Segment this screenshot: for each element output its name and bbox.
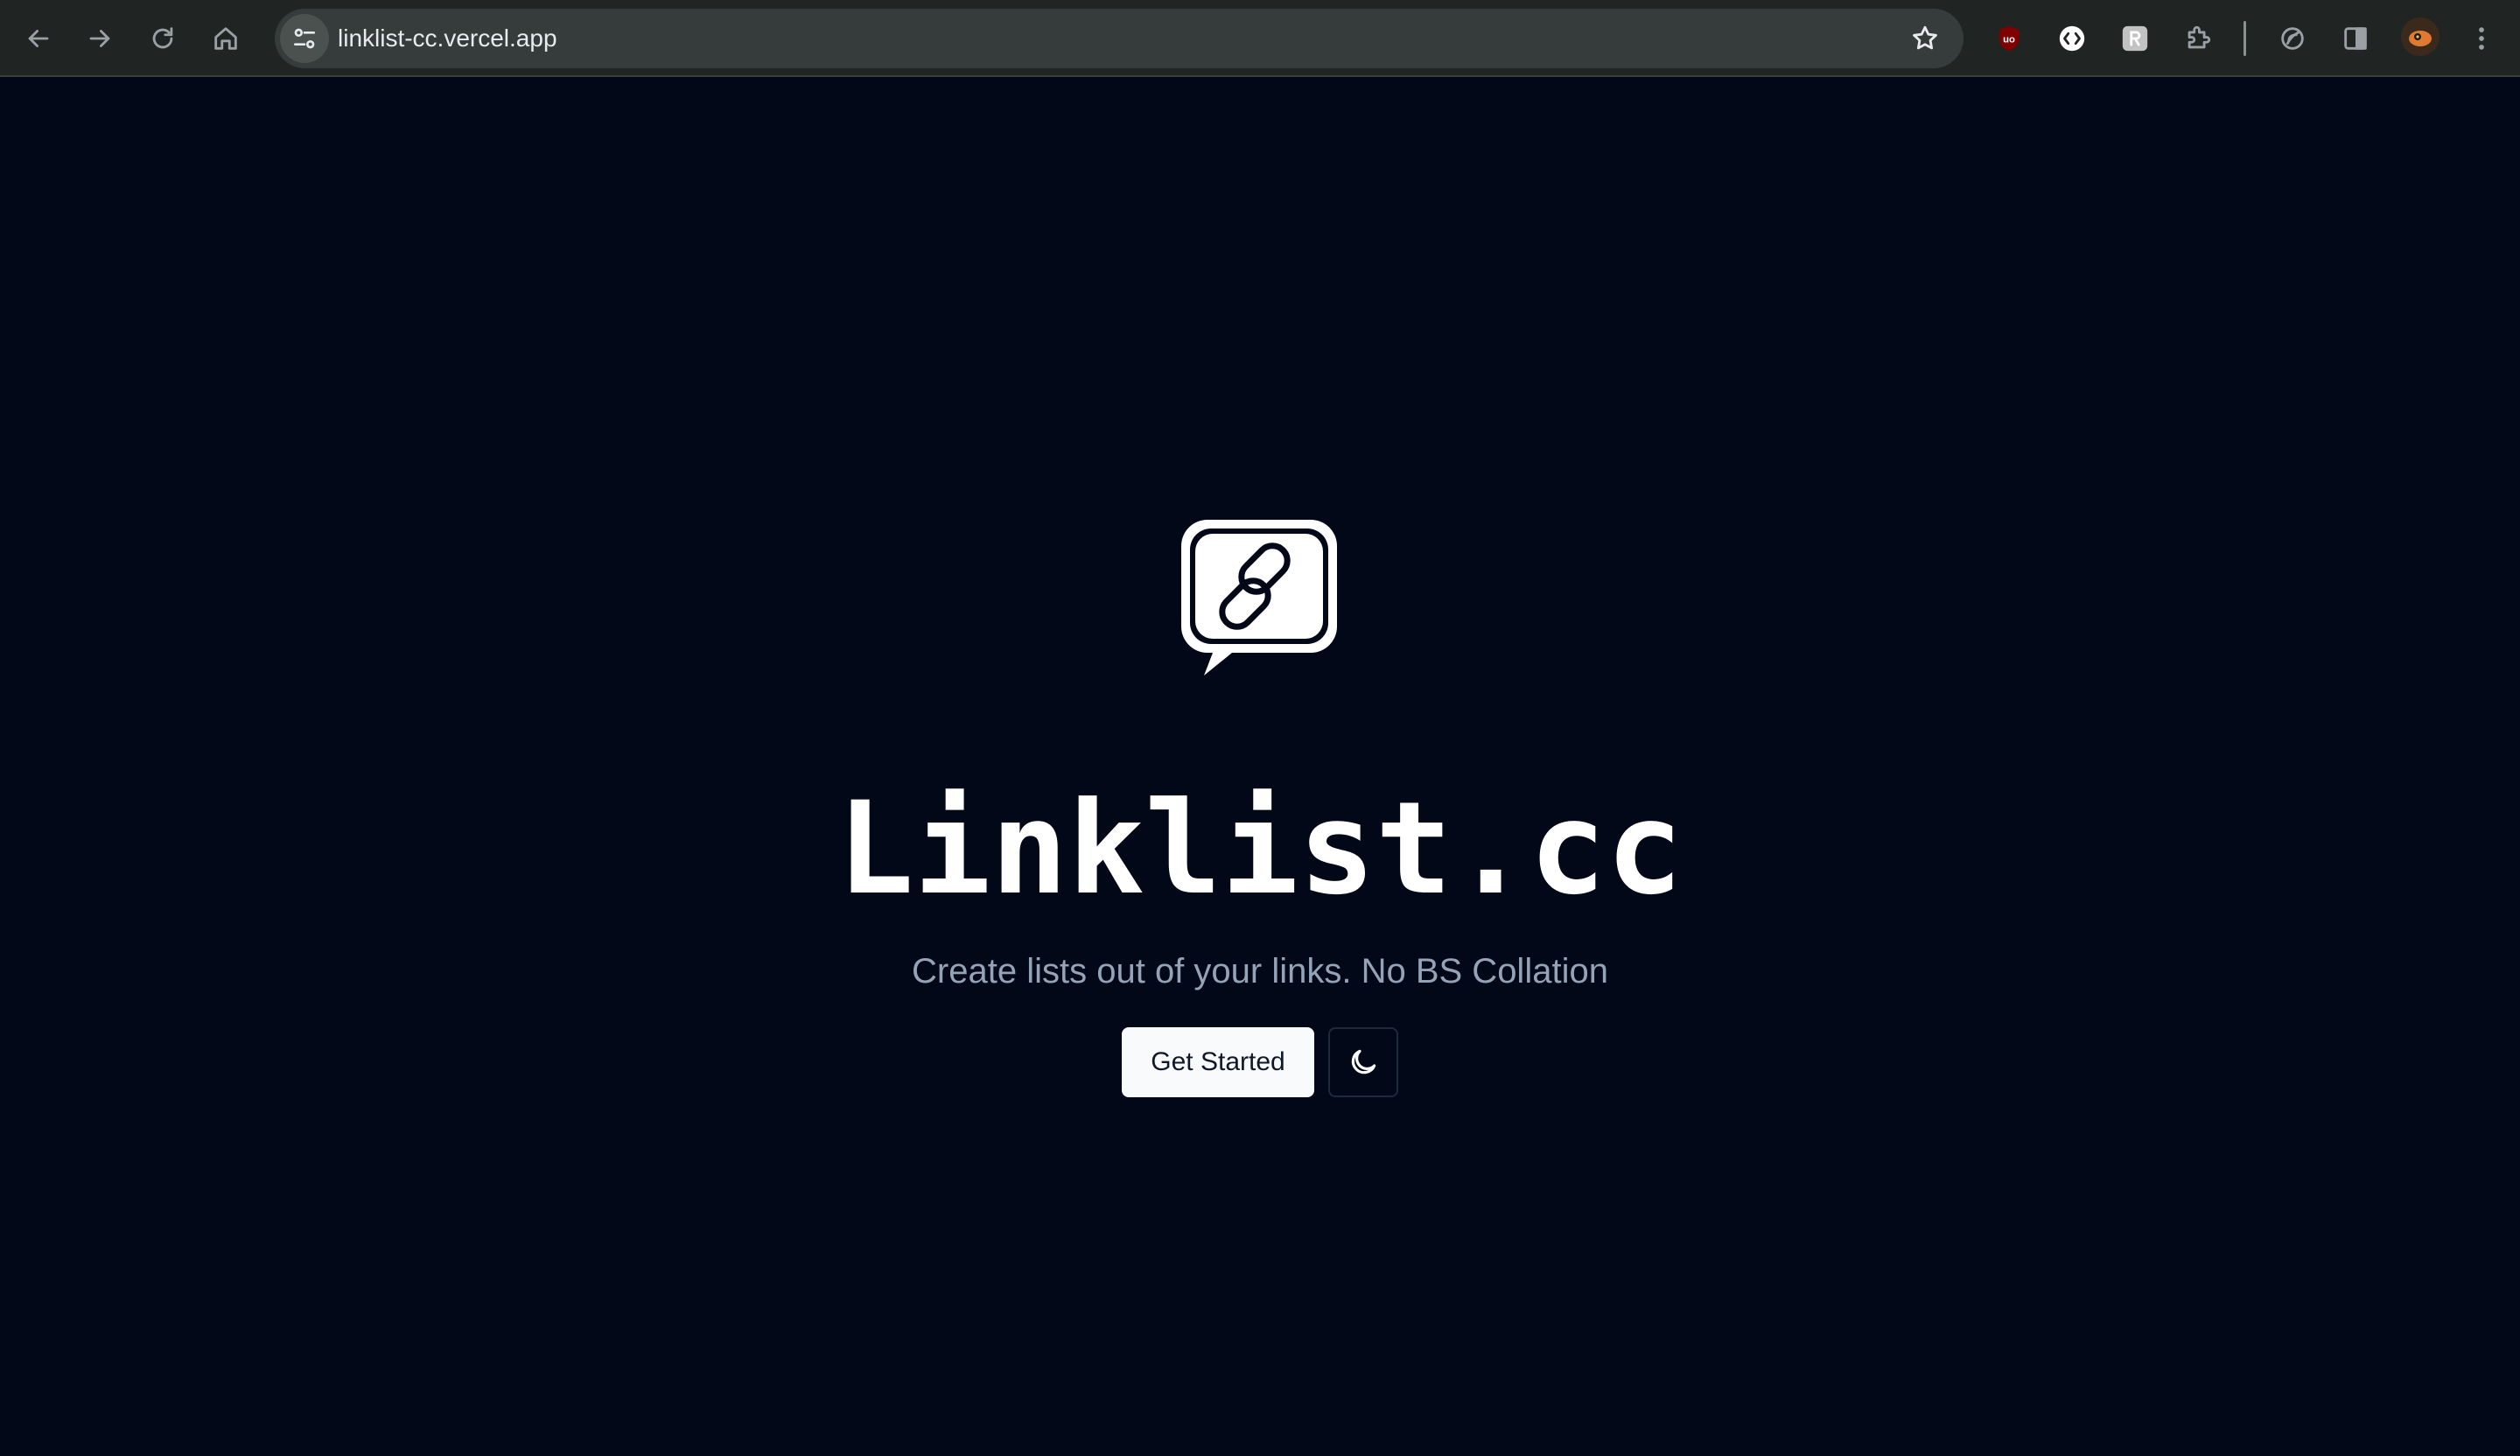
- ublock-icon: uo: [1998, 25, 2020, 52]
- reload-button[interactable]: [138, 14, 187, 63]
- code-bracket-icon: [2059, 25, 2085, 52]
- url-text[interactable]: linklist-cc.vercel.app: [338, 9, 557, 68]
- page-content: Linklist.cc Create lists out of your lin…: [0, 79, 2520, 1456]
- site-info-button[interactable]: [280, 14, 329, 63]
- get-started-button[interactable]: Get Started: [1122, 1027, 1314, 1097]
- puzzle-icon: [2188, 25, 2211, 49]
- back-button[interactable]: [14, 14, 63, 63]
- leaf-extension-button[interactable]: [2270, 16, 2315, 61]
- arrow-right-icon: [89, 30, 110, 47]
- browser-toolbar: linklist-cc.vercel.app uo: [0, 0, 2520, 77]
- ublock-extension-button[interactable]: uo: [1986, 16, 2032, 61]
- profile-avatar[interactable]: [2401, 18, 2440, 56]
- extensions-button[interactable]: [2175, 16, 2221, 61]
- rust-icon: [2122, 25, 2148, 52]
- svg-text:uo: uo: [2003, 34, 2015, 45]
- rust-extension-button[interactable]: [2112, 16, 2158, 61]
- tagline: Create lists out of your links. No BS Co…: [912, 952, 1608, 990]
- reload-icon: [152, 27, 173, 49]
- browser-menu-button[interactable]: [2457, 14, 2506, 63]
- brand-title: Linklist.cc: [836, 774, 1684, 923]
- toolbar-divider: [2244, 21, 2246, 56]
- link-chat-logo-icon: [1181, 520, 1337, 676]
- arrow-left-icon: [28, 30, 49, 47]
- theme-toggle-button[interactable]: [1328, 1027, 1398, 1097]
- leaf-icon: [2281, 27, 2304, 50]
- sidepanel-icon: [2344, 27, 2367, 50]
- star-icon: [1913, 25, 1937, 50]
- side-panel-button[interactable]: [2333, 16, 2378, 61]
- home-button[interactable]: [201, 14, 250, 63]
- address-bar[interactable]: linklist-cc.vercel.app: [275, 9, 1964, 68]
- kebab-menu-icon: [2479, 27, 2484, 50]
- forward-button[interactable]: [75, 14, 124, 63]
- moon-icon: [1351, 1049, 1376, 1074]
- home-icon: [214, 27, 237, 50]
- bookmark-button[interactable]: [1900, 14, 1950, 63]
- tune-icon: [294, 28, 315, 49]
- code-extension-button[interactable]: [2049, 16, 2095, 61]
